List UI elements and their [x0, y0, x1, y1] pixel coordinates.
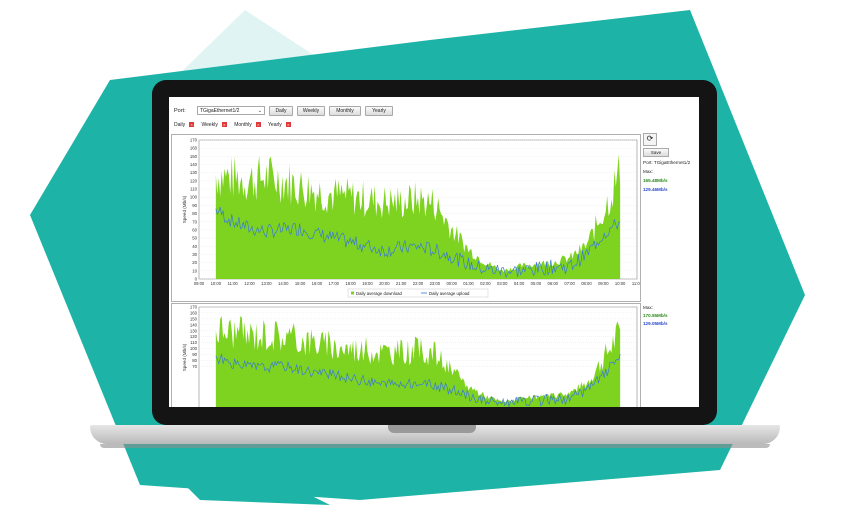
x-tick-label: 03:00 [497, 281, 508, 286]
y-tick-label: 100 [190, 346, 198, 351]
x-tick-label: 14:00 [278, 281, 289, 286]
filter-monthly-label: Monthly [234, 122, 252, 128]
y-tick-label: 160 [190, 310, 198, 315]
y-tick-label: 90 [192, 352, 197, 357]
legend: Daily average download Daily average uplo… [347, 288, 489, 298]
x-tick-label: 21:00 [396, 281, 407, 286]
y-tick-label: 50 [192, 236, 197, 241]
close-icon[interactable]: × [221, 122, 227, 128]
y-tick-label: 90 [192, 203, 197, 208]
x-tick-label: 10:00 [615, 281, 626, 286]
max-upload-value-2: 129.05Mb/s [643, 321, 668, 326]
y-tick-label: 110 [190, 340, 197, 345]
y-tick-label: 80 [192, 358, 197, 363]
x-tick-label: 15:00 [295, 281, 306, 286]
max-label: Max: [643, 169, 653, 174]
laptop-foot [100, 444, 770, 448]
x-tick-label: 13:00 [261, 281, 272, 286]
filter-monthly: Monthly × [234, 122, 264, 128]
filter-daily: Daily × [174, 122, 197, 128]
chart-weekly: 70 80 90 100 110 120 130 140 150 160 170 Speed (Mb/… [171, 303, 641, 407]
chevron-down-icon: ⌄ [257, 108, 262, 114]
x-tick-label: 16:00 [312, 281, 323, 286]
x-tick-label: 07:00 [564, 281, 575, 286]
y-tick-label: 10 [192, 268, 197, 273]
y-tick-label: 140 [190, 322, 198, 327]
chart-daily: 0 10 20 30 40 50 60 70 80 90 100 110 120 130 140 150 160… [171, 134, 643, 302]
filter-weekly: Weekly × [202, 122, 230, 128]
y-tick-label: 100 [190, 195, 198, 200]
x-tick-label: 17:00 [329, 281, 340, 286]
x-tick-label: 18:00 [345, 281, 356, 286]
y-tick-label: 70 [192, 219, 197, 224]
x-tick-label: 22:00 [413, 281, 424, 286]
legend-download-swatch [351, 291, 354, 295]
max-download-value-2: 170.55Mb/s [643, 313, 668, 318]
y-tick-label: 60 [192, 227, 197, 232]
x-tick-label: 19:00 [362, 281, 373, 286]
y-tick-label: 20 [192, 260, 197, 265]
legend-download-label: Daily average download [356, 291, 402, 296]
y-tick-label: 150 [190, 154, 198, 159]
chart-daily-svg: 0102030405060708090100110120130140150160… [182, 138, 643, 298]
x-tick-label: 23:00 [430, 281, 441, 286]
laptop-notch [388, 425, 476, 433]
max-download-value: 165.48Mb/s [643, 178, 668, 183]
x-tick-label: 04:00 [514, 281, 525, 286]
daily-button[interactable]: Daily [269, 106, 293, 116]
y-tick-label: 70 [192, 364, 197, 369]
x-tick-label: 05:00 [531, 281, 542, 286]
x-tick-label: 06:00 [548, 281, 559, 286]
save-button[interactable]: Save [643, 148, 669, 157]
port-select-value: TGigaEthernet1/2 [200, 108, 240, 114]
x-tick-label: 00:00 [446, 281, 457, 286]
y-tick-label: 170 [190, 138, 198, 143]
y-tick-label: 120 [190, 334, 198, 339]
side-port-text: Port: TGigaEthernet1/2 [643, 160, 691, 165]
y-tick-label: 150 [190, 316, 198, 321]
toolbar: Port: TGigaEthernet1/2 ⌄ Daily Weekly Mo… [169, 97, 699, 121]
app-screen: Port: TGigaEthernet1/2 ⌄ Daily Weekly Mo… [169, 97, 699, 407]
y-tick-label: 140 [190, 162, 198, 167]
y-tick-label: 40 [192, 244, 197, 249]
y-tick-label: 130 [190, 170, 198, 175]
refresh-icon[interactable]: ⟳ [643, 133, 657, 146]
x-tick-label: 08:00 [581, 281, 592, 286]
x-tick-label: 09:00 [194, 281, 205, 286]
filter-row: Daily × Weekly × Monthly × Yearly × [174, 122, 297, 128]
y-tick-label: 170 [190, 305, 198, 310]
max-label-2: Max: [643, 305, 653, 310]
filter-yearly-label: Yearly [268, 122, 282, 128]
yearly-button[interactable]: Yearly [365, 106, 393, 116]
filter-daily-label: Daily [174, 122, 186, 128]
y-tick-label: 160 [190, 146, 198, 151]
x-tick-label: 10:00 [211, 281, 222, 286]
x-tick-label: 20:00 [379, 281, 390, 286]
max-upload-value: 129.46Mb/s [643, 187, 668, 192]
y-tick-label: 130 [190, 328, 198, 333]
close-icon[interactable]: × [189, 122, 195, 128]
y-tick-label: 110 [190, 187, 197, 192]
x-tick-label: 02:00 [480, 281, 491, 286]
legend-upload-label: Daily average upload [429, 291, 470, 296]
x-tick-label: 09:00 [598, 281, 609, 286]
close-icon[interactable]: × [285, 122, 291, 128]
x-tick-label: 11:00 [228, 281, 239, 286]
y-tick-label: 30 [192, 252, 197, 257]
filter-weekly-label: Weekly [201, 122, 218, 128]
y-tick-label: 120 [190, 178, 198, 183]
x-tick-label: 12:00 [244, 281, 255, 286]
y-tick-label: 80 [192, 211, 197, 216]
port-select[interactable]: TGigaEthernet1/2 ⌄ [197, 106, 265, 115]
close-icon[interactable]: × [255, 122, 261, 128]
x-tick-label: 01:00 [463, 281, 474, 286]
chart-weekly-svg: 708090100110120130140150160170 Speed (Mb/… [182, 305, 638, 407]
filter-yearly: Yearly × [268, 122, 294, 128]
monthly-button[interactable]: Monthly [329, 106, 361, 116]
y-axis-label: Speed (Mb/s) [182, 195, 187, 223]
y-axis-label: Speed (Mb/s) [182, 343, 187, 371]
weekly-button[interactable]: Weekly [297, 106, 325, 116]
port-label: Port: [174, 108, 186, 114]
x-tick-label: 11:00 [632, 281, 640, 286]
